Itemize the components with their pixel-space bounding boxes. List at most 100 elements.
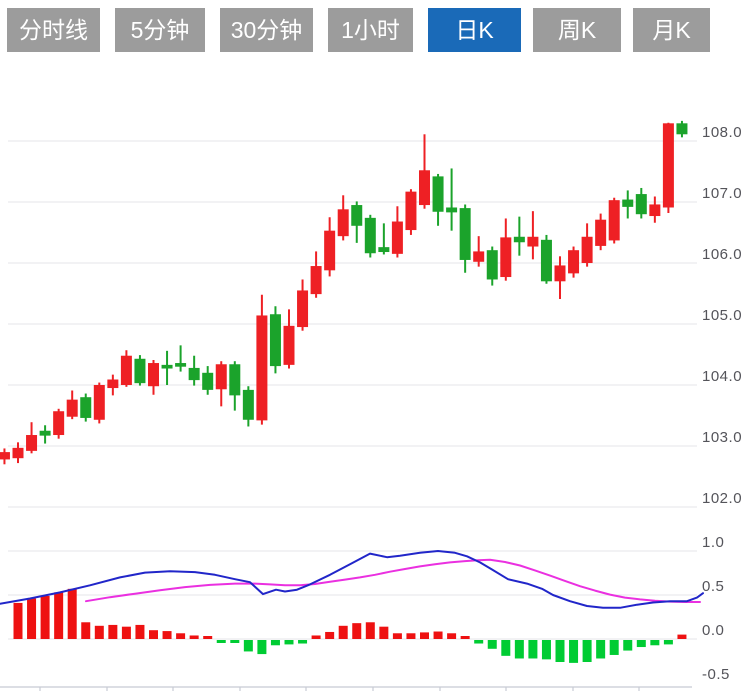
candle-body <box>527 237 538 247</box>
macd-histogram-bar <box>163 631 172 639</box>
macd-axis-label: 1.0 <box>702 534 754 552</box>
kline-chart-area[interactable]: 108.0107.0106.0105.0104.0103.0102.01.00.… <box>0 0 754 691</box>
macd-histogram-bar <box>149 630 158 639</box>
candle-body <box>541 240 552 281</box>
macd-histogram-bar <box>393 633 402 639</box>
candle-body <box>53 411 64 435</box>
candle-body <box>582 237 593 263</box>
price-axis-label: 104.0 <box>702 368 754 386</box>
candle-body <box>284 326 295 365</box>
macd-histogram-bar <box>190 635 199 639</box>
candle-body <box>216 364 227 389</box>
macd-histogram-bar <box>650 640 659 645</box>
dea-line <box>86 560 700 602</box>
macd-histogram-bar <box>122 627 131 639</box>
price-axis-label: 106.0 <box>702 246 754 264</box>
candle-body <box>487 250 498 279</box>
macd-histogram-bar <box>542 640 551 659</box>
macd-histogram-bar <box>501 640 510 656</box>
macd-histogram-bar <box>623 640 632 651</box>
candle-body <box>460 208 471 260</box>
price-axis-label: 108.0 <box>702 124 754 142</box>
candle-body <box>622 200 633 207</box>
macd-histogram-bar <box>271 640 280 645</box>
macd-histogram-bar <box>461 636 470 639</box>
candle-body <box>107 380 118 389</box>
candle-body <box>148 363 159 386</box>
candle-body <box>175 363 186 367</box>
kline-app-page: 分时线5分钟30分钟1小时日K周K月K 108.0107.0106.0105.0… <box>0 0 754 691</box>
macd-histogram-bar <box>474 640 483 644</box>
macd-histogram-bar <box>298 640 307 644</box>
macd-histogram-bar <box>528 640 537 658</box>
macd-histogram-bar <box>637 640 646 647</box>
macd-histogram-bar <box>488 640 497 649</box>
candle-body <box>419 170 430 205</box>
macd-histogram-bar <box>230 640 239 643</box>
candle-body <box>26 435 37 451</box>
macd-histogram-bar <box>515 640 524 658</box>
candle-body <box>121 356 132 385</box>
candle-body <box>500 237 511 277</box>
candle-body <box>202 373 213 390</box>
candle-body <box>568 250 579 273</box>
candle-body <box>162 365 173 369</box>
price-axis-label: 102.0 <box>702 490 754 508</box>
candle-body <box>94 385 105 420</box>
candle-body <box>514 237 525 242</box>
macd-histogram-bar <box>81 622 90 639</box>
candle-body <box>0 452 10 459</box>
candle-body <box>405 192 416 230</box>
kline-svg <box>0 0 754 691</box>
macd-histogram-bar <box>203 636 212 639</box>
candle-body <box>365 218 376 253</box>
macd-histogram-bar <box>108 625 117 639</box>
macd-histogram-bar <box>14 603 23 639</box>
candle-body <box>676 123 687 134</box>
candle-body <box>40 431 51 436</box>
macd-histogram-bar <box>257 640 266 654</box>
macd-histogram-bar <box>583 640 592 662</box>
candle-body <box>636 194 647 214</box>
macd-histogram-bar <box>244 640 253 651</box>
candle-body <box>189 368 200 380</box>
candle-body <box>378 247 389 252</box>
macd-histogram-bar <box>366 622 375 639</box>
candle-body <box>13 448 24 458</box>
candle-body <box>609 200 620 240</box>
candle-body <box>311 266 322 294</box>
candle-body <box>270 314 281 366</box>
macd-histogram-bar <box>677 635 686 639</box>
candle-body <box>473 251 484 261</box>
candle-body <box>324 231 335 271</box>
candle-body <box>595 220 606 246</box>
macd-histogram-bar <box>610 640 619 655</box>
macd-histogram-bar <box>312 635 321 639</box>
macd-histogram-bar <box>41 596 50 639</box>
macd-histogram-bar <box>135 625 144 639</box>
macd-histogram-bar <box>68 589 77 639</box>
price-axis-label: 107.0 <box>702 185 754 203</box>
macd-histogram-bar <box>176 633 185 639</box>
macd-histogram-bar <box>339 626 348 639</box>
price-axis-label: 103.0 <box>702 429 754 447</box>
candle-body <box>663 123 674 207</box>
macd-histogram-bar <box>352 623 361 639</box>
macd-axis-label: 0.0 <box>702 622 754 640</box>
candle-body <box>256 315 267 420</box>
macd-histogram-bar <box>447 633 456 639</box>
candle-body <box>243 390 254 420</box>
macd-histogram-bar <box>217 640 226 643</box>
macd-histogram-bar <box>420 632 429 639</box>
candle-body <box>80 397 91 418</box>
candle-body <box>67 400 78 417</box>
macd-histogram-bar <box>596 640 605 658</box>
macd-histogram-bar <box>95 626 104 639</box>
macd-histogram-bar <box>569 640 578 663</box>
candle-body <box>134 359 145 383</box>
macd-histogram-bar <box>285 640 294 644</box>
macd-histogram-bar <box>325 632 334 639</box>
candle-body <box>433 176 444 211</box>
candle-body <box>338 209 349 236</box>
candle-body <box>392 222 403 254</box>
